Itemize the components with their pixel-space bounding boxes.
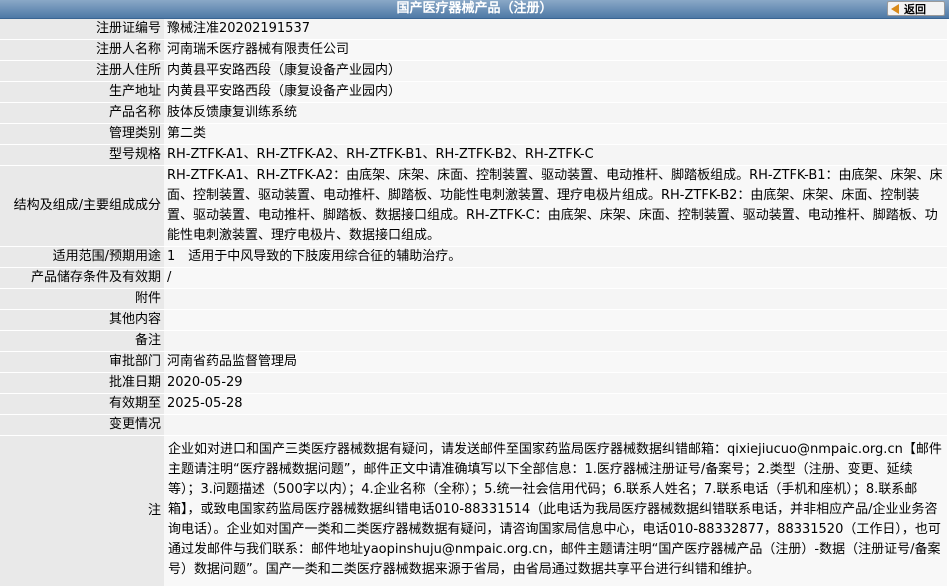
back-arrow-icon xyxy=(891,4,899,14)
note-label: 注 xyxy=(0,436,164,587)
field-value: 第二类 xyxy=(164,124,947,145)
field-value xyxy=(164,310,947,331)
field-label: 结构及组成/主要组成成分 xyxy=(0,166,164,247)
back-button-label: 返回 xyxy=(904,3,926,16)
table-row: 结构及组成/主要组成成分 RH-ZTFK-A1、RH-ZTFK-A2：由底架、床… xyxy=(0,166,947,247)
field-label: 生产地址 xyxy=(0,82,164,103)
field-label: 产品储存条件及有效期 xyxy=(0,268,164,289)
field-label: 注册人名称 xyxy=(0,40,164,61)
field-value xyxy=(164,331,947,352)
page-title: 国产医疗器械产品（注册） xyxy=(396,1,553,16)
product-detail-table: 注册证编号 豫械注准20202191537 注册人名称 河南瑞禾医疗器械有限责任… xyxy=(0,19,947,587)
table-row: 附件 xyxy=(0,289,947,310)
table-row: 备注 xyxy=(0,331,947,352)
field-label: 变更情况 xyxy=(0,415,164,436)
field-value xyxy=(164,415,947,436)
table-row: 其他内容 xyxy=(0,310,947,331)
field-label: 适用范围/预期用途 xyxy=(0,247,164,268)
table-row: 生产地址 内黄县平安路西段（康复设备产业园内） xyxy=(0,82,947,103)
field-value: RH-ZTFK-A1、RH-ZTFK-A2：由底架、床架、床面、控制装置、驱动装… xyxy=(164,166,947,247)
field-value: 河南省药品监督管理局 xyxy=(164,352,947,373)
field-value: 内黄县平安路西段（康复设备产业园内） xyxy=(164,61,947,82)
field-label: 审批部门 xyxy=(0,352,164,373)
field-value: / xyxy=(164,268,947,289)
field-value: 豫械注准20202191537 xyxy=(164,19,947,40)
field-label: 型号规格 xyxy=(0,145,164,166)
field-value: 2020-05-29 xyxy=(164,373,947,394)
field-label: 其他内容 xyxy=(0,310,164,331)
field-label: 注册证编号 xyxy=(0,19,164,40)
field-value: 2025-05-28 xyxy=(164,394,947,415)
field-label: 管理类别 xyxy=(0,124,164,145)
table-row: 审批部门 河南省药品监督管理局 xyxy=(0,352,947,373)
table-row: 注册人住所 内黄县平安路西段（康复设备产业园内） xyxy=(0,61,947,82)
field-label: 批准日期 xyxy=(0,373,164,394)
table-row: 批准日期 2020-05-29 xyxy=(0,373,947,394)
table-row: 型号规格 RH-ZTFK-A1、RH-ZTFK-A2、RH-ZTFK-B1、RH… xyxy=(0,145,947,166)
field-label: 附件 xyxy=(0,289,164,310)
field-value: 1 适用于中风导致的下肢废用综合征的辅助治疗。 xyxy=(164,247,947,268)
note-text: 企业如对进口和国产三类医疗器械数据有疑问，请发送邮件至国家药监局医疗器械数据纠错… xyxy=(164,436,947,587)
field-value: 肢体反馈康复训练系统 xyxy=(164,103,947,124)
note-row: 注 企业如对进口和国产三类医疗器械数据有疑问，请发送邮件至国家药监局医疗器械数据… xyxy=(0,436,947,587)
table-row: 有效期至 2025-05-28 xyxy=(0,394,947,415)
field-value: RH-ZTFK-A1、RH-ZTFK-A2、RH-ZTFK-B1、RH-ZTFK… xyxy=(164,145,947,166)
field-label: 备注 xyxy=(0,331,164,352)
field-label: 注册人住所 xyxy=(0,61,164,82)
field-value xyxy=(164,289,947,310)
table-row: 适用范围/预期用途 1 适用于中风导致的下肢废用综合征的辅助治疗。 xyxy=(0,247,947,268)
title-bar: 国产医疗器械产品（注册） 返回 xyxy=(0,0,949,19)
table-row: 产品储存条件及有效期 / xyxy=(0,268,947,289)
table-row: 产品名称 肢体反馈康复训练系统 xyxy=(0,103,947,124)
back-button[interactable]: 返回 xyxy=(887,1,945,16)
field-label: 产品名称 xyxy=(0,103,164,124)
table-row: 变更情况 xyxy=(0,415,947,436)
field-value: 内黄县平安路西段（康复设备产业园内） xyxy=(164,82,947,103)
table-row: 注册证编号 豫械注准20202191537 xyxy=(0,19,947,40)
field-label: 有效期至 xyxy=(0,394,164,415)
field-value: 河南瑞禾医疗器械有限责任公司 xyxy=(164,40,947,61)
table-row: 管理类别 第二类 xyxy=(0,124,947,145)
table-row: 注册人名称 河南瑞禾医疗器械有限责任公司 xyxy=(0,40,947,61)
